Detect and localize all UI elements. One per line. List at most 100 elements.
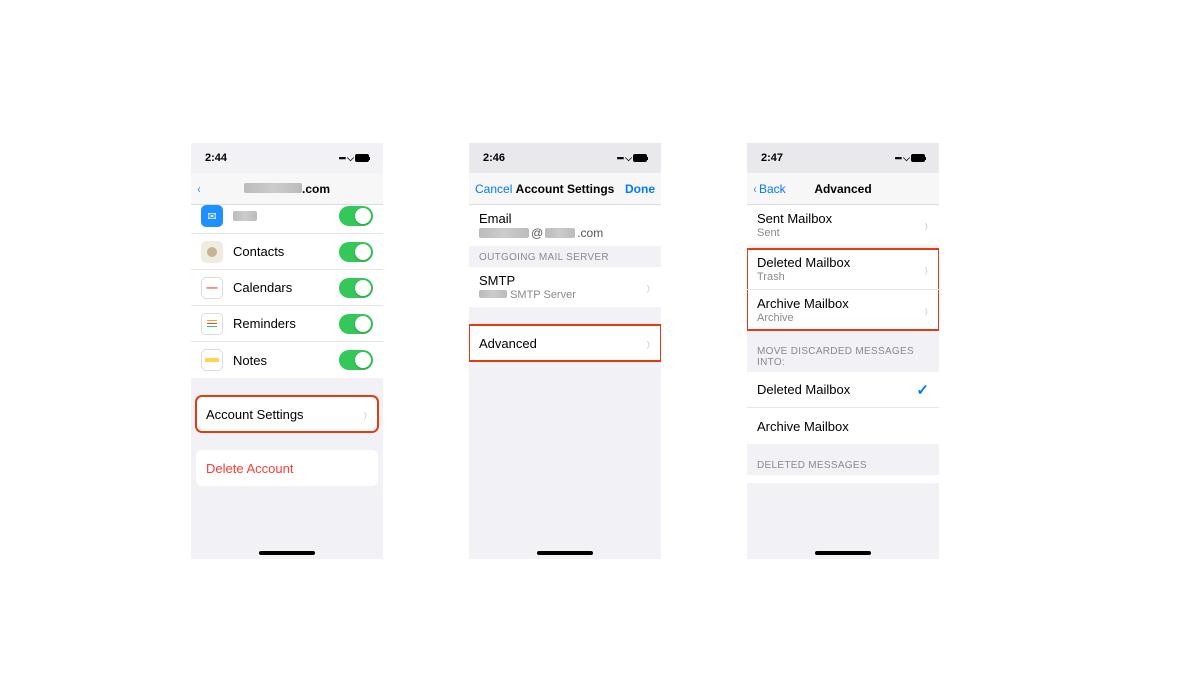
email-value-suffix: .com <box>577 226 603 240</box>
email-label: Email <box>479 211 512 226</box>
row-account-settings[interactable]: Account Settings › <box>196 396 378 432</box>
toggle-calendars[interactable] <box>339 278 373 298</box>
chevron-right-icon: › <box>647 332 650 354</box>
row-move-deleted[interactable]: Deleted Mailbox ✓ <box>747 372 939 408</box>
row-calendars-label: Calendars <box>233 280 339 295</box>
move-discarded-group: Deleted Mailbox ✓ Archive Mailbox <box>747 372 939 444</box>
redacted-email-user <box>479 228 529 238</box>
row-reminders-label: Reminders <box>233 316 339 331</box>
row-smtp[interactable]: SMTP SMTP Server › <box>469 267 661 307</box>
battery-icon <box>355 154 369 162</box>
checkmark-icon: ✓ <box>916 381 929 399</box>
account-settings-group: Account Settings › <box>196 396 378 432</box>
chevron-left-icon: ‹ <box>198 182 201 196</box>
row-sent-mailbox[interactable]: Sent Mailbox Sent › <box>747 205 939 245</box>
redacted-email-domain <box>545 228 575 238</box>
nav-title: Advanced <box>814 182 871 196</box>
row-move-archive[interactable]: Archive Mailbox <box>747 408 939 444</box>
email-value: @.com <box>479 226 603 240</box>
advanced-label: Advanced <box>479 336 646 351</box>
row-calendars[interactable]: — Calendars <box>191 270 383 306</box>
row-mail[interactable]: ✉︎ <box>191 205 383 234</box>
redacted-smtp-host <box>479 290 507 298</box>
status-time: 2:47 <box>761 152 783 164</box>
deleted-messages-header: DELETED MESSAGES <box>747 444 939 475</box>
back-button[interactable]: ‹ <box>197 182 201 196</box>
nav-title-suffix: .com <box>302 182 330 196</box>
deleted-sub: Trash <box>757 271 924 283</box>
wifi-icon: ⌵ <box>625 153 631 164</box>
row-mail-label <box>233 209 339 224</box>
reminders-icon <box>201 313 223 335</box>
wifi-icon: ⌵ <box>347 153 353 164</box>
chevron-right-icon: › <box>364 403 367 425</box>
status-bar: 2:46 ▪▪▪ ⌵ <box>469 143 661 173</box>
chevron-left-icon: ‹ <box>754 182 757 196</box>
row-email[interactable]: Email @.com <box>469 205 661 246</box>
row-contacts-label: Contacts <box>233 244 339 259</box>
status-icons: ▪▪▪ ⌵ <box>617 153 647 164</box>
status-icons: ▪▪▪ ⌵ <box>895 153 925 164</box>
status-time: 2:46 <box>483 152 505 164</box>
row-deleted-mailbox[interactable]: Deleted Mailbox Trash › <box>747 249 939 290</box>
calendar-icon: — <box>201 277 223 299</box>
archive-label: Archive Mailbox <box>757 296 924 311</box>
mail-icon: ✉︎ <box>201 205 223 227</box>
back-button[interactable]: ‹ Back <box>753 182 786 196</box>
row-archive-mailbox[interactable]: Archive Mailbox Archive › <box>747 290 939 330</box>
row-account-settings-label: Account Settings <box>206 407 363 422</box>
row-advanced[interactable]: Advanced › <box>469 325 661 361</box>
sent-label: Sent Mailbox <box>757 211 924 226</box>
chevron-right-icon: › <box>647 276 650 298</box>
email-group: Email @.com <box>469 205 661 246</box>
nav-bar: Cancel Account Settings Done <box>469 173 661 205</box>
home-indicator <box>815 551 871 555</box>
cancel-button[interactable]: Cancel <box>475 182 512 196</box>
mailbox-behavior-group: Sent Mailbox Sent › <box>747 205 939 245</box>
row-reminders[interactable]: Reminders <box>191 306 383 342</box>
nav-title: Account Settings <box>516 182 615 196</box>
status-bar: 2:47 ▪▪▪ ⌵ <box>747 143 939 173</box>
smtp-label: SMTP <box>479 273 646 288</box>
row-notes[interactable]: Notes <box>191 342 383 378</box>
move-deleted-label: Deleted Mailbox <box>757 382 916 397</box>
row-delete-account-label: Delete Account <box>206 461 368 476</box>
status-icons: ▪▪▪ ⌵ <box>339 153 369 164</box>
nav-bar: ‹ Back Advanced <box>747 173 939 205</box>
move-discarded-header: MOVE DISCARDED MESSAGES INTO: <box>747 330 939 372</box>
toggle-notes[interactable] <box>339 350 373 370</box>
toggle-contacts[interactable] <box>339 242 373 262</box>
row-delete-account[interactable]: Delete Account <box>196 450 378 486</box>
signal-icon: ▪▪▪ <box>895 153 902 163</box>
row-notes-label: Notes <box>233 353 339 368</box>
back-label: Back <box>759 182 786 196</box>
done-button[interactable]: Done <box>625 182 655 196</box>
battery-icon <box>911 154 925 162</box>
home-indicator <box>537 551 593 555</box>
chevron-right-icon: › <box>925 258 928 280</box>
deleted-messages-group-peek <box>747 475 939 483</box>
phone-account-detail: 2:44 ▪▪▪ ⌵ ‹ .com ✉︎ Contacts — Calendar… <box>191 143 383 559</box>
smtp-sub: SMTP Server <box>479 289 646 301</box>
wifi-icon: ⌵ <box>903 153 909 164</box>
outgoing-group: SMTP SMTP Server › <box>469 267 661 307</box>
nav-bar: ‹ .com <box>191 173 383 205</box>
sent-sub: Sent <box>757 227 924 239</box>
signal-icon: ▪▪▪ <box>617 153 624 163</box>
signal-icon: ▪▪▪ <box>339 153 346 163</box>
smtp-sub-text: SMTP Server <box>510 289 576 301</box>
services-group: ✉︎ Contacts — Calendars Reminders Notes <box>191 205 383 378</box>
deleted-label: Deleted Mailbox <box>757 255 924 270</box>
row-contacts[interactable]: Contacts <box>191 234 383 270</box>
toggle-reminders[interactable] <box>339 314 373 334</box>
battery-icon <box>633 154 647 162</box>
home-indicator <box>259 551 315 555</box>
contacts-icon <box>201 241 223 263</box>
toggle-mail[interactable] <box>339 206 373 226</box>
delete-account-group: Delete Account <box>196 450 378 486</box>
notes-icon <box>201 349 223 371</box>
phone-advanced: 2:47 ▪▪▪ ⌵ ‹ Back Advanced Sent Mailbox … <box>747 143 939 559</box>
status-bar: 2:44 ▪▪▪ ⌵ <box>191 143 383 173</box>
chevron-right-icon: › <box>925 214 928 236</box>
phone-account-settings: 2:46 ▪▪▪ ⌵ Cancel Account Settings Done … <box>469 143 661 559</box>
